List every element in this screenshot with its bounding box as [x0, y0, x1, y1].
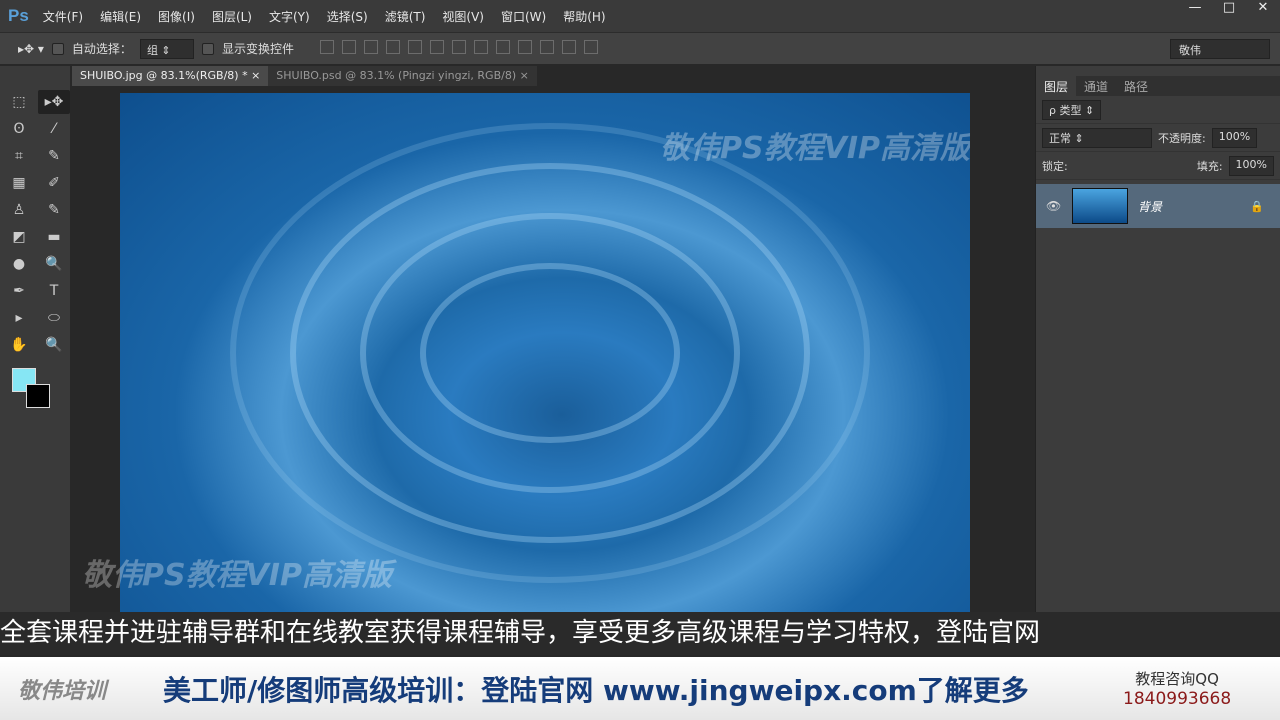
background-color-swatch[interactable]: [26, 384, 50, 408]
menu-layer[interactable]: 图层(L): [212, 8, 252, 25]
menu-help[interactable]: 帮助(H): [563, 8, 605, 25]
menu-edit[interactable]: 编辑(E): [100, 8, 141, 25]
ripple-image[interactable]: 敬伟PS教程VIP高清版: [120, 93, 970, 612]
lasso-tool-icon[interactable]: ʘ: [3, 117, 35, 141]
promo-banner: 敬伟培训 美工师/修图师高级培训：登陆官网 www.jingweipx.com了…: [0, 657, 1280, 720]
pen-tool-icon[interactable]: ✒: [3, 279, 35, 303]
history-brush-tool-icon[interactable]: ✎: [38, 198, 70, 222]
close-button[interactable]: ✕: [1252, 0, 1274, 15]
tab-shuibo-jpg[interactable]: SHUIBO.jpg @ 83.1%(RGB/8) * ×: [72, 66, 269, 86]
tab-shuibo-psd[interactable]: SHUIBO.psd @ 83.1% (Pingzi yingzi, RGB/8…: [268, 66, 537, 86]
close-tab-icon[interactable]: ×: [520, 69, 529, 82]
layers-panel: 图层 通道 路径 ρ 类型 ⇕ 正常 ⇕ 不透明度: 100% 锁定: 填充: …: [1035, 66, 1280, 612]
align-top-icon[interactable]: [319, 40, 334, 54]
align-right-icon[interactable]: [429, 40, 444, 54]
blur-tool-icon[interactable]: ●: [3, 252, 35, 276]
distribute-left-icon[interactable]: [517, 40, 532, 54]
blend-mode-dropdown[interactable]: 正常 ⇕: [1042, 127, 1152, 148]
menu-filter[interactable]: 滤镜(T): [385, 8, 426, 25]
canvas-area[interactable]: 敬伟PS教程VIP高清版 敬伟PS教程VIP高清版: [70, 86, 1035, 612]
hand-tool-icon[interactable]: ✋: [3, 333, 35, 357]
type-tool-icon[interactable]: T: [38, 279, 70, 303]
tab-paths[interactable]: 路径: [1116, 76, 1156, 96]
tab-layers[interactable]: 图层: [1036, 76, 1077, 96]
zoom-tool-icon[interactable]: 🔍: [38, 333, 70, 357]
auto-select-label: 自动选择：: [71, 42, 132, 56]
move-tool-icon[interactable]: ▸✥: [38, 90, 70, 114]
fill-input[interactable]: 100%: [1228, 155, 1274, 176]
fill-label: 填充:: [1196, 159, 1223, 173]
crop-tool-icon[interactable]: ⌗: [3, 144, 35, 168]
brush-tool-icon[interactable]: ✐: [38, 171, 70, 195]
lock-label: 锁定:: [1042, 159, 1068, 173]
distribute-top-icon[interactable]: [451, 40, 466, 54]
distribute-bottom-icon[interactable]: [495, 40, 510, 54]
path-select-tool-icon[interactable]: ▸: [3, 306, 35, 330]
auto-select-checkbox[interactable]: [51, 42, 64, 55]
eye-icon[interactable]: 👁: [1046, 199, 1061, 213]
align-vcenter-icon[interactable]: [341, 40, 356, 54]
show-transform-checkbox[interactable]: [201, 42, 214, 55]
lock-icon: 🔒: [1250, 199, 1264, 213]
eyedropper-tool-icon[interactable]: ✎: [38, 144, 70, 168]
document-tabs: SHUIBO.jpg @ 83.1%(RGB/8) * × SHUIBO.psd…: [72, 66, 537, 86]
minimize-button[interactable]: —: [1184, 0, 1206, 15]
ellipse-tool-icon[interactable]: ⬭: [38, 306, 70, 330]
healing-tool-icon[interactable]: ▦: [3, 171, 35, 195]
distribute-vcenter-icon[interactable]: [473, 40, 488, 54]
watermark: 敬伟PS教程VIP高清版: [660, 131, 970, 166]
align-hcenter-icon[interactable]: [407, 40, 422, 54]
workspace-dropdown[interactable]: 敬伟: [1170, 39, 1270, 59]
tab-label: SHUIBO.psd @ 83.1% (Pingzi yingzi, RGB/8…: [276, 69, 517, 82]
menu-window[interactable]: 窗口(W): [501, 8, 546, 25]
menu-bar: Ps 文件(F) 编辑(E) 图像(I) 图层(L) 文字(Y) 选择(S) 滤…: [0, 0, 1280, 32]
auto-align-icon[interactable]: [583, 40, 598, 54]
gradient-tool-icon[interactable]: ▬: [38, 225, 70, 249]
distribute-right-icon[interactable]: [561, 40, 576, 54]
close-tab-icon[interactable]: ×: [251, 69, 260, 82]
tab-channels[interactable]: 通道: [1076, 76, 1116, 96]
distribute-hcenter-icon[interactable]: [539, 40, 554, 54]
qq-number: 1840993668: [1123, 688, 1232, 709]
video-subtitle: 全套课程并进驻辅导群和在线教室获得课程辅导，享受更多高级课程与学习特权，登陆官网: [0, 612, 1280, 655]
layer-name: 背景: [1138, 199, 1163, 214]
menu-select[interactable]: 选择(S): [327, 8, 368, 25]
menu-view[interactable]: 视图(V): [442, 8, 484, 25]
quick-select-tool-icon[interactable]: ⁄: [38, 117, 70, 141]
photoshop-logo: Ps: [8, 6, 29, 25]
layer-thumbnail: [1072, 188, 1128, 224]
qq-label: 教程咨询QQ: [1135, 669, 1219, 688]
align-bottom-icon[interactable]: [363, 40, 378, 54]
menu-type[interactable]: 文字(Y): [269, 8, 310, 25]
menu-image[interactable]: 图像(I): [158, 8, 195, 25]
layer-row[interactable]: 👁 背景 🔒: [1036, 184, 1280, 228]
marquee-tool-icon[interactable]: ⬚: [3, 90, 35, 114]
layer-filter-dropdown[interactable]: ρ 类型 ⇕: [1042, 99, 1102, 120]
opacity-input[interactable]: 100%: [1211, 127, 1258, 148]
tool-preset-picker[interactable]: ▸✥ ▾: [18, 42, 44, 56]
dodge-tool-icon[interactable]: 🔍: [38, 252, 70, 276]
tools-panel: ⬚ ▸✥ ʘ ⁄ ⌗ ✎ ▦ ✐ ♙ ✎ ◩ ▬ ● 🔍 ✒ T ▸ ⬭ ✋ 🔍: [0, 66, 70, 612]
align-left-icon[interactable]: [385, 40, 400, 54]
tab-label: SHUIBO.jpg @ 83.1%(RGB/8) *: [80, 69, 248, 82]
opacity-label: 不透明度:: [1158, 131, 1206, 145]
auto-select-dropdown[interactable]: 组 ⇕: [139, 38, 194, 59]
brand-logo: 敬伟培训: [18, 678, 107, 704]
eraser-tool-icon[interactable]: ◩: [3, 225, 35, 249]
options-bar: ▸✥ ▾ 自动选择： 组 ⇕ 显示变换控件 敬伟: [0, 32, 1280, 64]
stamp-tool-icon[interactable]: ♙: [3, 198, 35, 222]
watermark: 敬伟PS教程VIP高清版: [82, 558, 392, 593]
menu-file[interactable]: 文件(F): [43, 8, 83, 25]
maximize-button[interactable]: □: [1218, 0, 1240, 15]
show-transform-label: 显示变换控件: [221, 42, 294, 56]
promo-text: 美工师/修图师高级培训：登陆官网 www.jingweipx.com了解更多: [163, 673, 1029, 707]
